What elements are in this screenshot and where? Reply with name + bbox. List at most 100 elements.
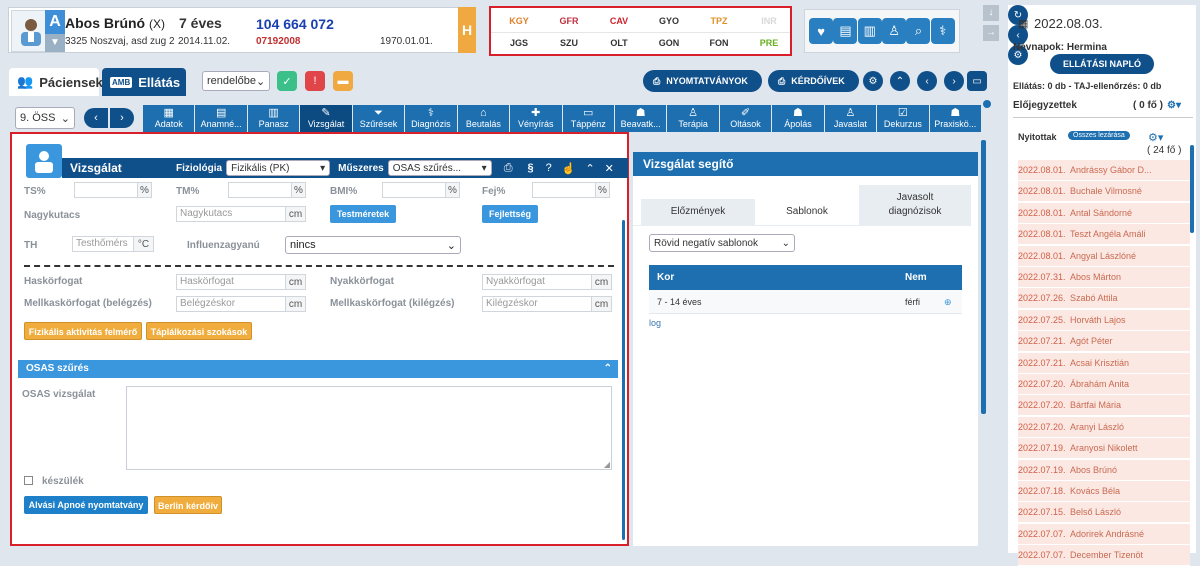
document-icon[interactable]: ▤	[833, 18, 858, 44]
bmi-input[interactable]	[382, 182, 446, 198]
osas-textarea[interactable]: ◢	[126, 386, 612, 470]
nav-item[interactable]: ☗ Beavatk...	[614, 105, 667, 132]
ts-input[interactable]	[74, 182, 138, 198]
gear-icon[interactable]: ⚙▾	[1167, 100, 1181, 111]
resize-handle-icon[interactable]: ◢	[604, 460, 610, 469]
nav-item[interactable]: ▦ Adatok	[143, 105, 195, 132]
alert-icon[interactable]: !	[305, 71, 325, 91]
influenza-select[interactable]: nincs ⌄	[285, 236, 461, 254]
tab-pacientsek[interactable]: 👥 Páciensek	[9, 68, 103, 96]
nav-item[interactable]: ♙ Terápia	[667, 105, 719, 132]
arrow-down-icon[interactable]: ↓	[983, 5, 999, 21]
arrow-right-icon[interactable]: →	[983, 25, 999, 41]
risk-code[interactable]: JGS	[494, 38, 544, 48]
risk-code[interactable]: FON	[694, 38, 744, 48]
chevron-up-icon[interactable]: ⌃	[890, 71, 910, 91]
muszeres-select[interactable]: OSAS szűrés... ▾	[387, 160, 492, 176]
scrollbar[interactable]	[981, 140, 986, 414]
gear-icon[interactable]: ⚙▾	[1148, 131, 1163, 144]
risk-code[interactable]: GYO	[644, 16, 694, 26]
close-icon[interactable]: ✕	[605, 162, 614, 175]
nav-item[interactable]: ♙ Javaslat	[824, 105, 877, 132]
tab-elozmenyek[interactable]: Előzmények	[641, 199, 755, 225]
nav-item[interactable]: ✎ Vizsgálat	[300, 105, 352, 132]
list-item[interactable]: 2022.07.19. Abos Brúnó	[1018, 459, 1190, 481]
patient-badge[interactable]: A ▼	[45, 10, 65, 52]
osas-section-header[interactable]: OSAS szűrés ⌃	[18, 360, 618, 378]
prev-icon[interactable]: ‹	[84, 108, 108, 128]
risk-code[interactable]: PRE	[744, 38, 794, 48]
risk-code[interactable]: SZU	[544, 38, 594, 48]
session-select[interactable]: 9. ÖSS ⌄	[15, 107, 75, 129]
fej-input[interactable]	[532, 182, 596, 198]
tm-input[interactable]	[228, 182, 292, 198]
nav-item[interactable]: ☑ Dekurzus	[877, 105, 929, 132]
haskorfogat-input[interactable]: Haskörfogat	[176, 274, 286, 290]
folder-icon[interactable]: ▬	[333, 71, 353, 91]
list-item[interactable]: 2022.08.01. Andrássy Gábor D...	[1018, 160, 1190, 181]
nav-item[interactable]: ⏷ Szűrések	[352, 105, 405, 132]
risk-code[interactable]: KGY	[494, 16, 544, 26]
risk-code[interactable]: GFR	[544, 16, 594, 26]
chat-icon[interactable]: ▭	[967, 71, 987, 91]
scrollbar[interactable]	[622, 220, 625, 540]
add-icon[interactable]: ⊕	[944, 290, 952, 314]
list-item[interactable]: 2022.08.01. Buchale Vilmosné	[1018, 181, 1190, 203]
template-select[interactable]: Rövid negatív sablonok ⌄	[649, 234, 795, 252]
mellkas-kilegzes-input[interactable]: Kilégzéskor	[482, 296, 592, 312]
check-icon[interactable]: ✓	[277, 71, 297, 91]
nav-item[interactable]: ▭ Táppénz	[562, 105, 614, 132]
alvasi-apnoe-button[interactable]: Alvási Apnoé nyomtatvány	[24, 496, 148, 514]
risk-code[interactable]: INR	[744, 16, 794, 26]
ellatasi-naplo-button[interactable]: ELLÁTÁSI NAPLÓ	[1050, 54, 1154, 74]
th-input[interactable]: Testhőmérs	[72, 236, 134, 252]
fiziologia-select[interactable]: Fizikális (PK) ▾	[226, 160, 331, 176]
list-item[interactable]: 2022.07.15. Belső László	[1018, 502, 1190, 524]
list-item[interactable]: 2022.07.20. Bártfai Mária	[1018, 395, 1190, 417]
list-item[interactable]: 2022.07.07. December Tizenöt	[1018, 545, 1190, 566]
elojegyzettek-header[interactable]: Előjegyzettek ( 0 fő ) ⚙▾	[1013, 100, 1193, 118]
person-icon[interactable]: ♙	[882, 18, 907, 44]
scrollbar[interactable]	[1190, 145, 1194, 233]
mellkas-belegzes-input[interactable]: Belégzéskor	[176, 296, 286, 312]
berlin-kerdoiv-button[interactable]: Berlin kérdőív	[154, 496, 222, 514]
nav-item[interactable]: ✐ Oltások	[719, 105, 772, 132]
chevron-left-icon[interactable]: ‹	[917, 71, 937, 91]
rendelobe-select[interactable]: rendelőbe ⌄	[202, 71, 270, 91]
print-icon[interactable]: ⎙	[504, 162, 513, 175]
nav-item[interactable]: ⌂ Beutalás	[457, 105, 510, 132]
list-item[interactable]: 2022.07.26. Szabó Attila	[1018, 288, 1190, 310]
fejlettseg-button[interactable]: Fejlettség	[482, 205, 538, 223]
risk-code[interactable]: OLT	[594, 38, 644, 48]
h-button[interactable]: H	[458, 7, 476, 53]
list-item[interactable]: 2022.07.19. Aranyosi Nikolett	[1018, 438, 1190, 460]
list-item[interactable]: 2022.07.20. Ábrahám Anita	[1018, 374, 1190, 395]
risk-code[interactable]: GON	[644, 38, 694, 48]
gear-icon[interactable]: ⚙	[863, 71, 883, 91]
nav-item[interactable]: ☗ Ápolás	[772, 105, 824, 132]
nav-item[interactable]: ⚕ Diagnózis	[405, 105, 457, 132]
list-item[interactable]: 2022.08.01. Antal Sándorné	[1018, 202, 1190, 224]
thumbs-up-icon[interactable]: ☝	[562, 162, 576, 175]
list-item[interactable]: 2022.07.18. Kovács Béla	[1018, 481, 1190, 502]
tab-sablonok[interactable]: Sablonok	[757, 199, 857, 225]
taplalkozasi-button[interactable]: Táplálkozási szokások	[146, 322, 252, 340]
risk-code[interactable]: TPZ	[694, 16, 744, 26]
list-item[interactable]: 2022.08.01. Angyal Lászlóné	[1018, 245, 1190, 267]
settings-dot-icon[interactable]	[983, 100, 991, 108]
list-item[interactable]: 2022.07.07. Adorirek Andrásné	[1018, 523, 1190, 545]
pills-icon[interactable]: ⚕	[930, 18, 955, 44]
fizikalis-aktivitas-button[interactable]: Fizikális aktivitás felmérő	[24, 322, 142, 340]
collapse-icon[interactable]: ⌃	[585, 162, 594, 175]
kerdoivek-button[interactable]: ⎙ KÉRDŐÍVEK	[768, 70, 859, 92]
risk-code[interactable]: CAV	[594, 16, 644, 26]
list-item[interactable]: 2022.07.20. Aranyi László	[1018, 416, 1190, 438]
list-item[interactable]: 2022.07.21. Agót Péter	[1018, 331, 1190, 353]
list-item[interactable]: 2022.07.25. Horváth Lajos	[1018, 309, 1190, 331]
testmeretek-button[interactable]: Testméretek	[330, 205, 396, 223]
nav-item[interactable]: ▥ Panasz	[247, 105, 300, 132]
tab-javasolt-diagnozisok[interactable]: Javasolt diagnózisok	[859, 185, 971, 225]
search-icon[interactable]: ⌕	[906, 18, 931, 44]
nagykutacs-input[interactable]: Nagykutacs	[176, 206, 286, 222]
table-row[interactable]: 7 - 14 éves férfi ⊕	[649, 290, 962, 314]
